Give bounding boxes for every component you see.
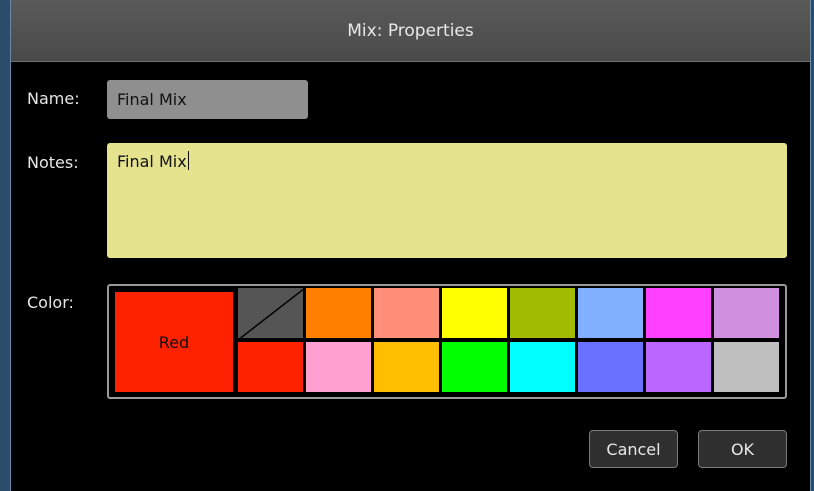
window-title-bar[interactable]: Mix: Properties: [11, 0, 810, 62]
color-swatch[interactable]: [713, 341, 780, 393]
cancel-button[interactable]: Cancel: [589, 430, 678, 468]
ok-button[interactable]: OK: [698, 430, 787, 468]
color-swatch[interactable]: [577, 287, 644, 339]
window-title: Mix: Properties: [347, 20, 474, 41]
color-swatch[interactable]: [305, 341, 372, 393]
color-label: Color:: [27, 293, 74, 312]
color-swatch[interactable]: [441, 287, 508, 339]
color-palette: Red: [107, 284, 787, 399]
name-label: Name:: [27, 89, 80, 108]
color-swatch[interactable]: [509, 287, 576, 339]
text-caret: [187, 151, 189, 170]
color-swatch[interactable]: [441, 341, 508, 393]
color-swatch[interactable]: [373, 341, 440, 393]
notes-field[interactable]: Final Mix: [107, 143, 787, 258]
notes-label: Notes:: [27, 153, 79, 172]
notes-text: Final Mix: [117, 152, 187, 171]
name-field[interactable]: Final Mix: [107, 80, 308, 119]
properties-dialog: Mix: Properties Name: Final Mix Notes: F…: [10, 0, 811, 491]
selected-color-name: Red: [158, 332, 190, 352]
color-swatch[interactable]: [713, 287, 780, 339]
color-swatch[interactable]: [305, 287, 372, 339]
color-swatch[interactable]: [645, 287, 712, 339]
color-swatch[interactable]: [509, 341, 576, 393]
color-swatch[interactable]: [577, 341, 644, 393]
color-swatch[interactable]: [645, 341, 712, 393]
selected-color-swatch[interactable]: Red: [113, 290, 235, 394]
color-swatch[interactable]: [237, 341, 304, 393]
no-color-swatch[interactable]: [237, 287, 304, 339]
color-swatch[interactable]: [373, 287, 440, 339]
